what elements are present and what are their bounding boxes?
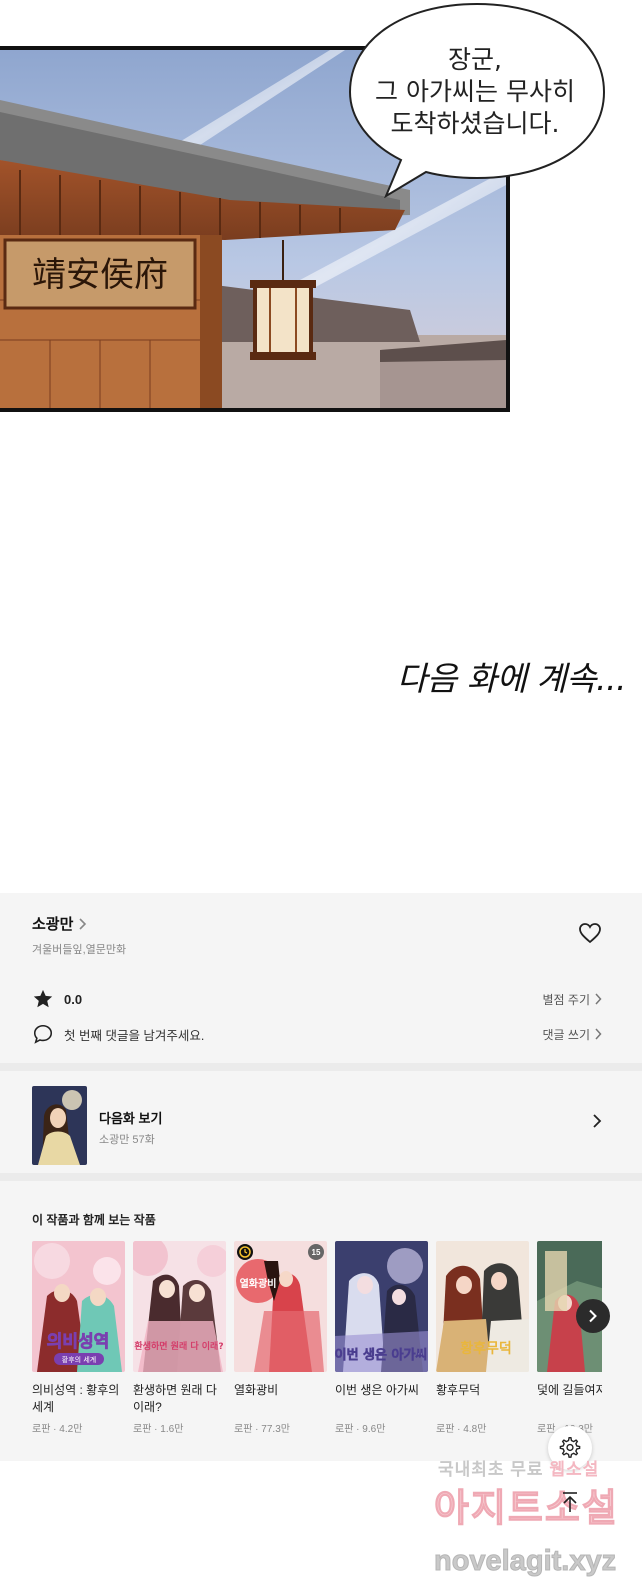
heart-icon[interactable] [578, 921, 602, 945]
recommendation-cover: 환생하면 원래 다 이래? [133, 1241, 226, 1372]
series-title: 소광만 [32, 916, 74, 933]
chevron-right-icon [589, 1309, 597, 1323]
series-authors: 겨울버들잎,열문만화 [32, 944, 127, 956]
rate-button[interactable]: 별점 주기 [543, 991, 603, 1008]
recommendations-next-button[interactable] [576, 1299, 610, 1333]
rating-value: 0.0 [64, 991, 83, 1007]
recommendation-title: 열화광비 [234, 1383, 279, 1397]
chevron-right-icon [593, 1114, 602, 1128]
recommendation-card[interactable]: 덫에 길들여져 로판 · 10.3만 [537, 1241, 602, 1435]
section-divider [0, 1063, 642, 1071]
comment-prompt: 첫 번째 댓글을 남겨주세요. [64, 1028, 205, 1043]
recommendation-card[interactable]: 열화광비 15 열화광비 로판 · 77.3만 [234, 1241, 327, 1435]
recommendation-meta: 로판 · 9.6만 [335, 1424, 386, 1435]
recommendation-cover: 이번 생은 아가씨 [335, 1241, 428, 1372]
recommendation-card[interactable]: 환생하면 원래 다 이래? 환생하면 원래 다 이래? 로판 · 1.6만 [133, 1241, 226, 1435]
chevron-right-icon [595, 993, 602, 1005]
recommendation-title: 황후무덕 [436, 1383, 481, 1397]
recommendations-list: 의비성역 황후의 세계 의비성역 : 황후의 세계 로판 · 4.2만 환생하면… [32, 1241, 602, 1451]
recommendation-cover: 의비성역 황후의 세계 [32, 1241, 125, 1372]
to-be-continued-text: 다음 화에 계속... [396, 659, 627, 698]
recommendation-title: 이번 생은 아가씨 [335, 1383, 419, 1397]
recommendation-cover: 열화광비 15 [234, 1241, 327, 1372]
recommendation-meta: 로판 · 77.3만 [234, 1424, 290, 1435]
cover-title: 의비성역 [47, 1332, 110, 1352]
section-divider [0, 1173, 642, 1181]
cover-title: 이번 생은 아가씨 [335, 1347, 427, 1363]
watermark-line3: novelagit.xyz [433, 1545, 617, 1578]
clock-icon [237, 1244, 253, 1260]
next-episode-label: 다음화 보기 [99, 1111, 163, 1126]
write-comment-label: 댓글 쓰기 [542, 1027, 591, 1042]
recommendation-card[interactable]: 의비성역 황후의 세계 의비성역 : 황후의 세계 로판 · 4.2만 [32, 1241, 125, 1435]
cover-title: 열화광비 [240, 1277, 277, 1290]
rate-button-label: 별점 주기 [542, 992, 591, 1007]
comic-page: 靖安侯府 장군, 그 아가씨는 무사히 도착하셨습니다. 다음 화에 계속... [0, 0, 642, 880]
series-title-link[interactable]: 소광만 [32, 913, 87, 934]
arrow-up-icon [563, 1492, 577, 1512]
next-episode-subtitle: 소광만 57화 [99, 1134, 155, 1146]
series-card: 소광만 겨울버들잎,열문만화 0.0 별점 주기 첫 번째 댓글을 남겨주세요. [0, 893, 642, 1063]
watermark: 국내최초 무료 웹소설 아지트소설 novelagit.xyz [430, 1455, 630, 1585]
star-icon [33, 989, 53, 1008]
age-rating-badge: 15 [308, 1244, 324, 1260]
recommendation-title: 환생하면 원래 다 이래? [133, 1383, 217, 1414]
write-comment-button[interactable]: 댓글 쓰기 [543, 1026, 603, 1043]
next-episode-thumbnail [32, 1086, 87, 1165]
rating-row: 0.0 별점 주기 [32, 986, 602, 1012]
chevron-right-icon [595, 1028, 602, 1040]
recommendation-cover: 황후무덕 [436, 1241, 529, 1372]
recommendation-card[interactable]: 황후무덕 황후무덕 로판 · 4.8만 [436, 1241, 529, 1435]
recommendation-title: 덫에 길들여져 [537, 1383, 602, 1397]
recommendation-meta: 로판 · 4.8만 [436, 1424, 487, 1435]
recommendation-meta: 로판 · 1.6만 [133, 1424, 184, 1435]
signboard-text: 靖安侯府 [32, 255, 168, 295]
comment-icon [33, 1024, 53, 1044]
scroll-top-button[interactable] [548, 1480, 592, 1524]
recommendations-heading: 이 작품과 함께 보는 작품 [32, 1213, 156, 1227]
recommendation-meta: 로판 · 4.2만 [32, 1424, 83, 1435]
recommendation-title: 의비성역 : 황후의 세계 [32, 1383, 120, 1414]
comment-row: 첫 번째 댓글을 남겨주세요. 댓글 쓰기 [32, 1021, 602, 1047]
episode-info-area: 소광만 겨울버들잎,열문만화 0.0 별점 주기 첫 번째 댓글을 남겨주세요. [0, 893, 642, 1461]
cover-subtitle: 황후의 세계 [62, 1355, 96, 1364]
recommendation-card[interactable]: 이번 생은 아가씨 이번 생은 아가씨 로판 · 9.6만 [335, 1241, 428, 1435]
speech-bubble-text: 장군, 그 아가씨는 무사히 도착하셨습니다. [375, 45, 575, 138]
cover-title: 황후무덕 [460, 1340, 512, 1357]
next-episode-row[interactable]: 다음화 보기 소광만 57화 [0, 1071, 642, 1171]
chevron-right-icon [77, 917, 87, 930]
cover-title: 환생하면 원래 다 이래? [134, 1340, 223, 1352]
